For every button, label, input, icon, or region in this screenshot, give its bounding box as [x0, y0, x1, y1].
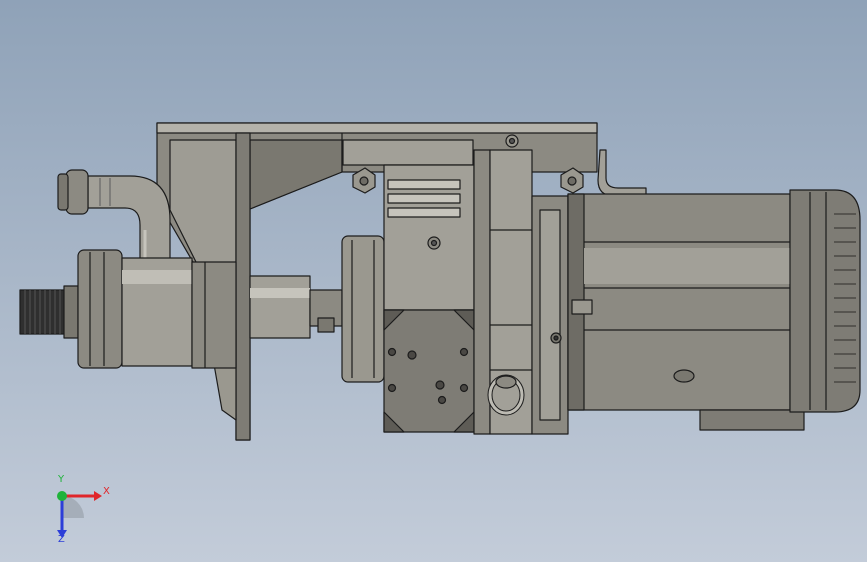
graphics-viewport[interactable]: X Y Z [0, 0, 867, 562]
x-axis-label: X [103, 486, 110, 497]
gearbox-housing[interactable] [383, 164, 475, 433]
threaded-nozzle[interactable] [19, 285, 79, 339]
motor-fan-cover[interactable] [789, 189, 861, 413]
pump-housing[interactable] [77, 249, 237, 369]
electric-motor[interactable] [567, 193, 805, 431]
y-axis-label: Y [58, 474, 65, 485]
top-screw [505, 134, 519, 148]
assembly-model[interactable] [0, 0, 867, 562]
gearbox-flange[interactable] [341, 235, 385, 383]
bracket-pin [597, 149, 647, 197]
motor-adapter[interactable] [531, 195, 569, 435]
reference-triad[interactable]: X Y Z [40, 474, 120, 548]
z-axis-label: Z [58, 534, 65, 545]
x-axis-arrowhead [94, 491, 102, 501]
y-axis-dot [57, 491, 67, 501]
shaft-coupling[interactable] [249, 275, 343, 339]
